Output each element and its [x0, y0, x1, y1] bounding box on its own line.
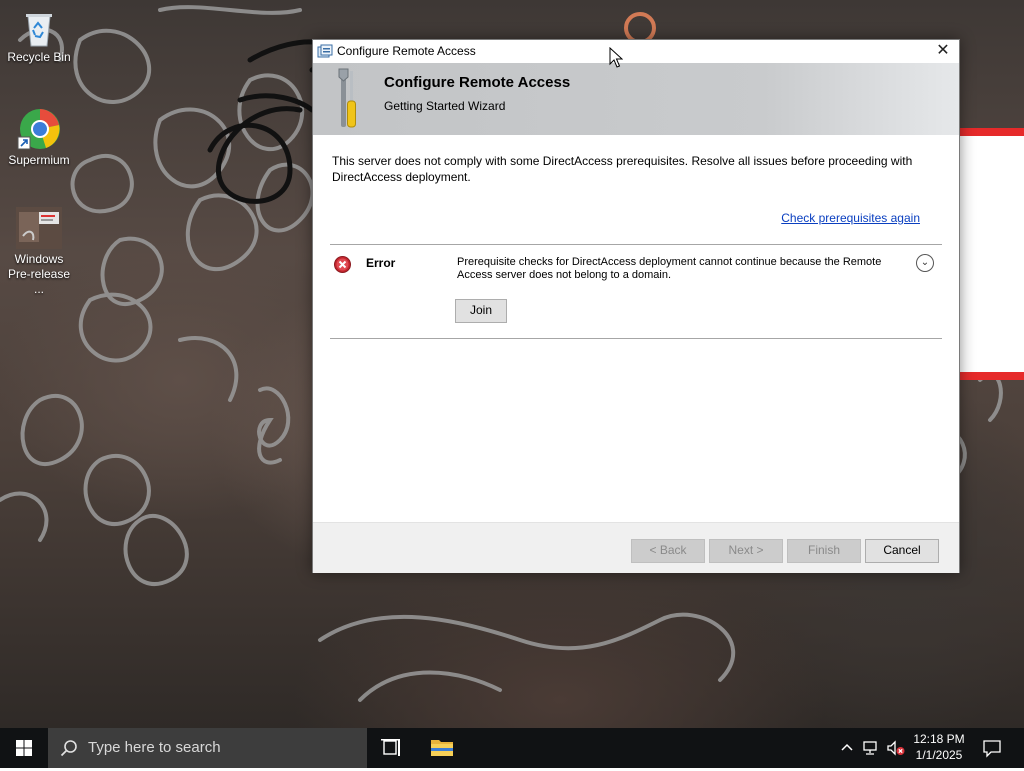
error-message: Prerequisite checks for DirectAccess dep…: [457, 256, 882, 281]
desktop-icon-windows-prerelease[interactable]: Windows Pre-release ...: [2, 206, 76, 297]
dialog-title: Configure Remote Access: [337, 44, 476, 58]
file-explorer-folder-icon: [431, 740, 453, 756]
system-clock[interactable]: 12:18 PM 1/1/2025: [905, 731, 973, 763]
recycle-bin-icon: [26, 14, 52, 47]
close-button[interactable]: ✕: [927, 40, 959, 63]
check-prerequisites-again-link[interactable]: Check prerequisites again: [781, 211, 920, 225]
clock-date: 1/1/2025: [915, 748, 963, 762]
close-icon: ✕: [936, 42, 950, 59]
divider: [330, 244, 942, 245]
search-icon: [60, 740, 77, 757]
task-view-button[interactable]: [368, 728, 416, 768]
desktop-icon-recycle-bin[interactable]: Recycle Bin: [2, 8, 76, 65]
windows-logo-icon: [16, 740, 32, 756]
start-button[interactable]: [0, 728, 48, 768]
volume-muted-icon[interactable]: [886, 740, 906, 756]
desktop-icon-supermium[interactable]: Supermium: [2, 107, 76, 168]
supermium-browser-icon: [17, 109, 60, 150]
desktop-icon-label: Recycle Bin: [7, 50, 71, 64]
wizard-title: Configure Remote Access: [384, 74, 571, 91]
taskbar: Type here to search 12:18 PM 1/1/2025: [0, 728, 1024, 768]
desktop-icon-label: Pre-release ...: [7, 267, 71, 296]
join-domain-button[interactable]: Join: [455, 299, 507, 323]
prerequisite-intro-text: This server does not comply with some Di…: [332, 154, 913, 184]
divider: [330, 338, 942, 339]
red-frame-window-edge: [958, 128, 1024, 380]
notification-center-icon[interactable]: [982, 738, 1002, 758]
windows-prerelease-image-icon: [16, 207, 62, 249]
cancel-button[interactable]: Cancel: [865, 539, 939, 563]
wrench-screwdriver-icon: [338, 68, 356, 128]
desktop-icon-label: Windows: [14, 252, 64, 266]
expand-details-button[interactable]: ⌄: [916, 254, 934, 272]
file-explorer-button[interactable]: [418, 728, 466, 768]
network-icon[interactable]: [862, 740, 878, 756]
task-view-icon: [381, 739, 400, 756]
desktop-icon-label: Supermium: [8, 153, 70, 167]
error-icon: [334, 256, 351, 273]
dialog-titlebar[interactable]: Configure Remote Access ✕: [313, 40, 959, 63]
taskbar-search-box[interactable]: Type here to search: [48, 728, 367, 768]
search-placeholder: Type here to search: [88, 739, 221, 756]
back-button[interactable]: < Back: [631, 539, 705, 563]
finish-button[interactable]: Finish: [787, 539, 861, 563]
wizard-subtitle: Getting Started Wizard: [384, 99, 506, 113]
configure-remote-access-dialog: Configure Remote Access ✕ Configure Remo…: [312, 39, 960, 573]
wizard-banner: Configure Remote Access Getting Started …: [313, 63, 959, 135]
dialog-footer: < Back Next > Finish Cancel: [313, 522, 959, 573]
clock-time: 12:18 PM: [913, 732, 965, 746]
error-label: Error: [366, 256, 396, 270]
remote-access-app-icon: [317, 44, 333, 58]
chevron-up-icon[interactable]: [839, 740, 855, 756]
next-button[interactable]: Next >: [709, 539, 783, 563]
mouse-cursor-icon: [609, 47, 623, 68]
chevron-down-icon: ⌄: [920, 257, 930, 268]
